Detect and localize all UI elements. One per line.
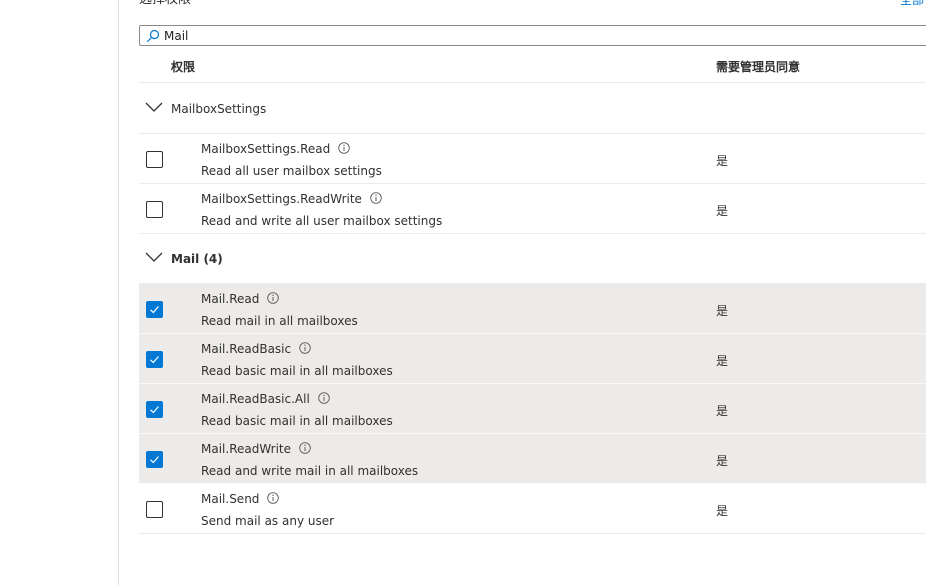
admin-consent-value: 是: [716, 204, 729, 218]
section-label: 选择权限: [139, 0, 191, 8]
permission-description: Read all user mailbox settings: [201, 164, 382, 178]
permission-row[interactable]: MailboxSettings.Read Read all user mailb…: [139, 134, 926, 184]
group-name: MailboxSettings: [171, 102, 267, 116]
permission-checkbox[interactable]: [146, 151, 163, 168]
permission-description: Read and write all user mailbox settings: [201, 214, 443, 228]
permission-description: Read and write mail in all mailboxes: [201, 464, 419, 478]
permission-row[interactable]: Mail.ReadBasic.All Read basic mail in al…: [139, 384, 926, 434]
search-input[interactable]: [164, 27, 864, 44]
permission-checkbox[interactable]: [146, 401, 163, 418]
group-header-mail[interactable]: Mail (4): [139, 234, 926, 284]
info-icon[interactable]: [267, 492, 280, 504]
info-icon[interactable]: [370, 192, 382, 204]
group-name: Mail (4): [171, 252, 223, 266]
permission-name: Mail.Read: [201, 292, 260, 306]
chevron-down-icon[interactable]: [145, 102, 163, 112]
info-icon[interactable]: [299, 342, 311, 354]
permission-checkbox[interactable]: [146, 451, 163, 468]
permission-name: Mail.ReadBasic: [201, 342, 292, 356]
admin-consent-value: 是: [716, 404, 729, 418]
admin-consent-value: 是: [716, 154, 729, 168]
info-icon[interactable]: [318, 392, 330, 404]
group-header-mailboxsettings[interactable]: MailboxSettings: [139, 84, 926, 134]
permission-description: Read basic mail in all mailboxes: [201, 414, 393, 428]
permission-row[interactable]: Mail.Send Send mail as any user 是: [139, 484, 926, 534]
left-pane: [0, 0, 119, 585]
permissions-panel: 选择权限 全部 权限 需要管理员同意 MailboxSettings Mailb…: [119, 0, 926, 585]
admin-consent-value: 是: [716, 354, 729, 368]
admin-consent-value: 是: [716, 454, 729, 468]
permission-name: Mail.ReadWrite: [201, 442, 292, 456]
checkmark-icon: [150, 456, 159, 464]
permission-name: Mail.ReadBasic.All: [201, 392, 310, 406]
permission-row[interactable]: Mail.ReadWrite Read and write mail in al…: [139, 434, 926, 484]
permission-name: MailboxSettings.ReadWrite: [201, 192, 362, 206]
permission-checkbox[interactable]: [146, 501, 163, 518]
permission-checkbox[interactable]: [146, 351, 163, 368]
permission-name: Mail.Send: [201, 492, 260, 506]
admin-consent-value: 是: [716, 504, 729, 518]
permission-checkbox[interactable]: [146, 201, 163, 218]
permission-description: Send mail as any user: [201, 514, 335, 528]
checkmark-icon: [150, 406, 159, 414]
chevron-down-icon[interactable]: [145, 252, 163, 262]
info-icon[interactable]: [299, 442, 311, 454]
permission-row[interactable]: MailboxSettings.ReadWrite Read and write…: [139, 184, 926, 234]
search-icon: [146, 29, 160, 43]
permission-description: Read basic mail in all mailboxes: [201, 364, 393, 378]
checkmark-icon: [150, 306, 159, 314]
info-icon[interactable]: [338, 142, 351, 154]
permission-description: Read mail in all mailboxes: [201, 314, 358, 328]
search-box[interactable]: [139, 25, 926, 46]
permission-checkbox[interactable]: [146, 301, 163, 318]
select-all-link[interactable]: 全部: [900, 0, 924, 8]
permission-row[interactable]: Mail.ReadBasic Read basic mail in all ma…: [139, 334, 926, 384]
column-header-permission[interactable]: 权限: [171, 58, 195, 75]
column-header-admin-consent[interactable]: 需要管理员同意: [716, 58, 800, 75]
info-icon[interactable]: [267, 292, 280, 304]
permission-name: MailboxSettings.Read: [201, 142, 331, 156]
permission-row[interactable]: Mail.Read Read mail in all mailboxes 是: [139, 284, 926, 334]
admin-consent-value: 是: [716, 304, 729, 318]
table-header: 权限 需要管理员同意: [139, 48, 926, 83]
checkmark-icon: [150, 356, 159, 364]
